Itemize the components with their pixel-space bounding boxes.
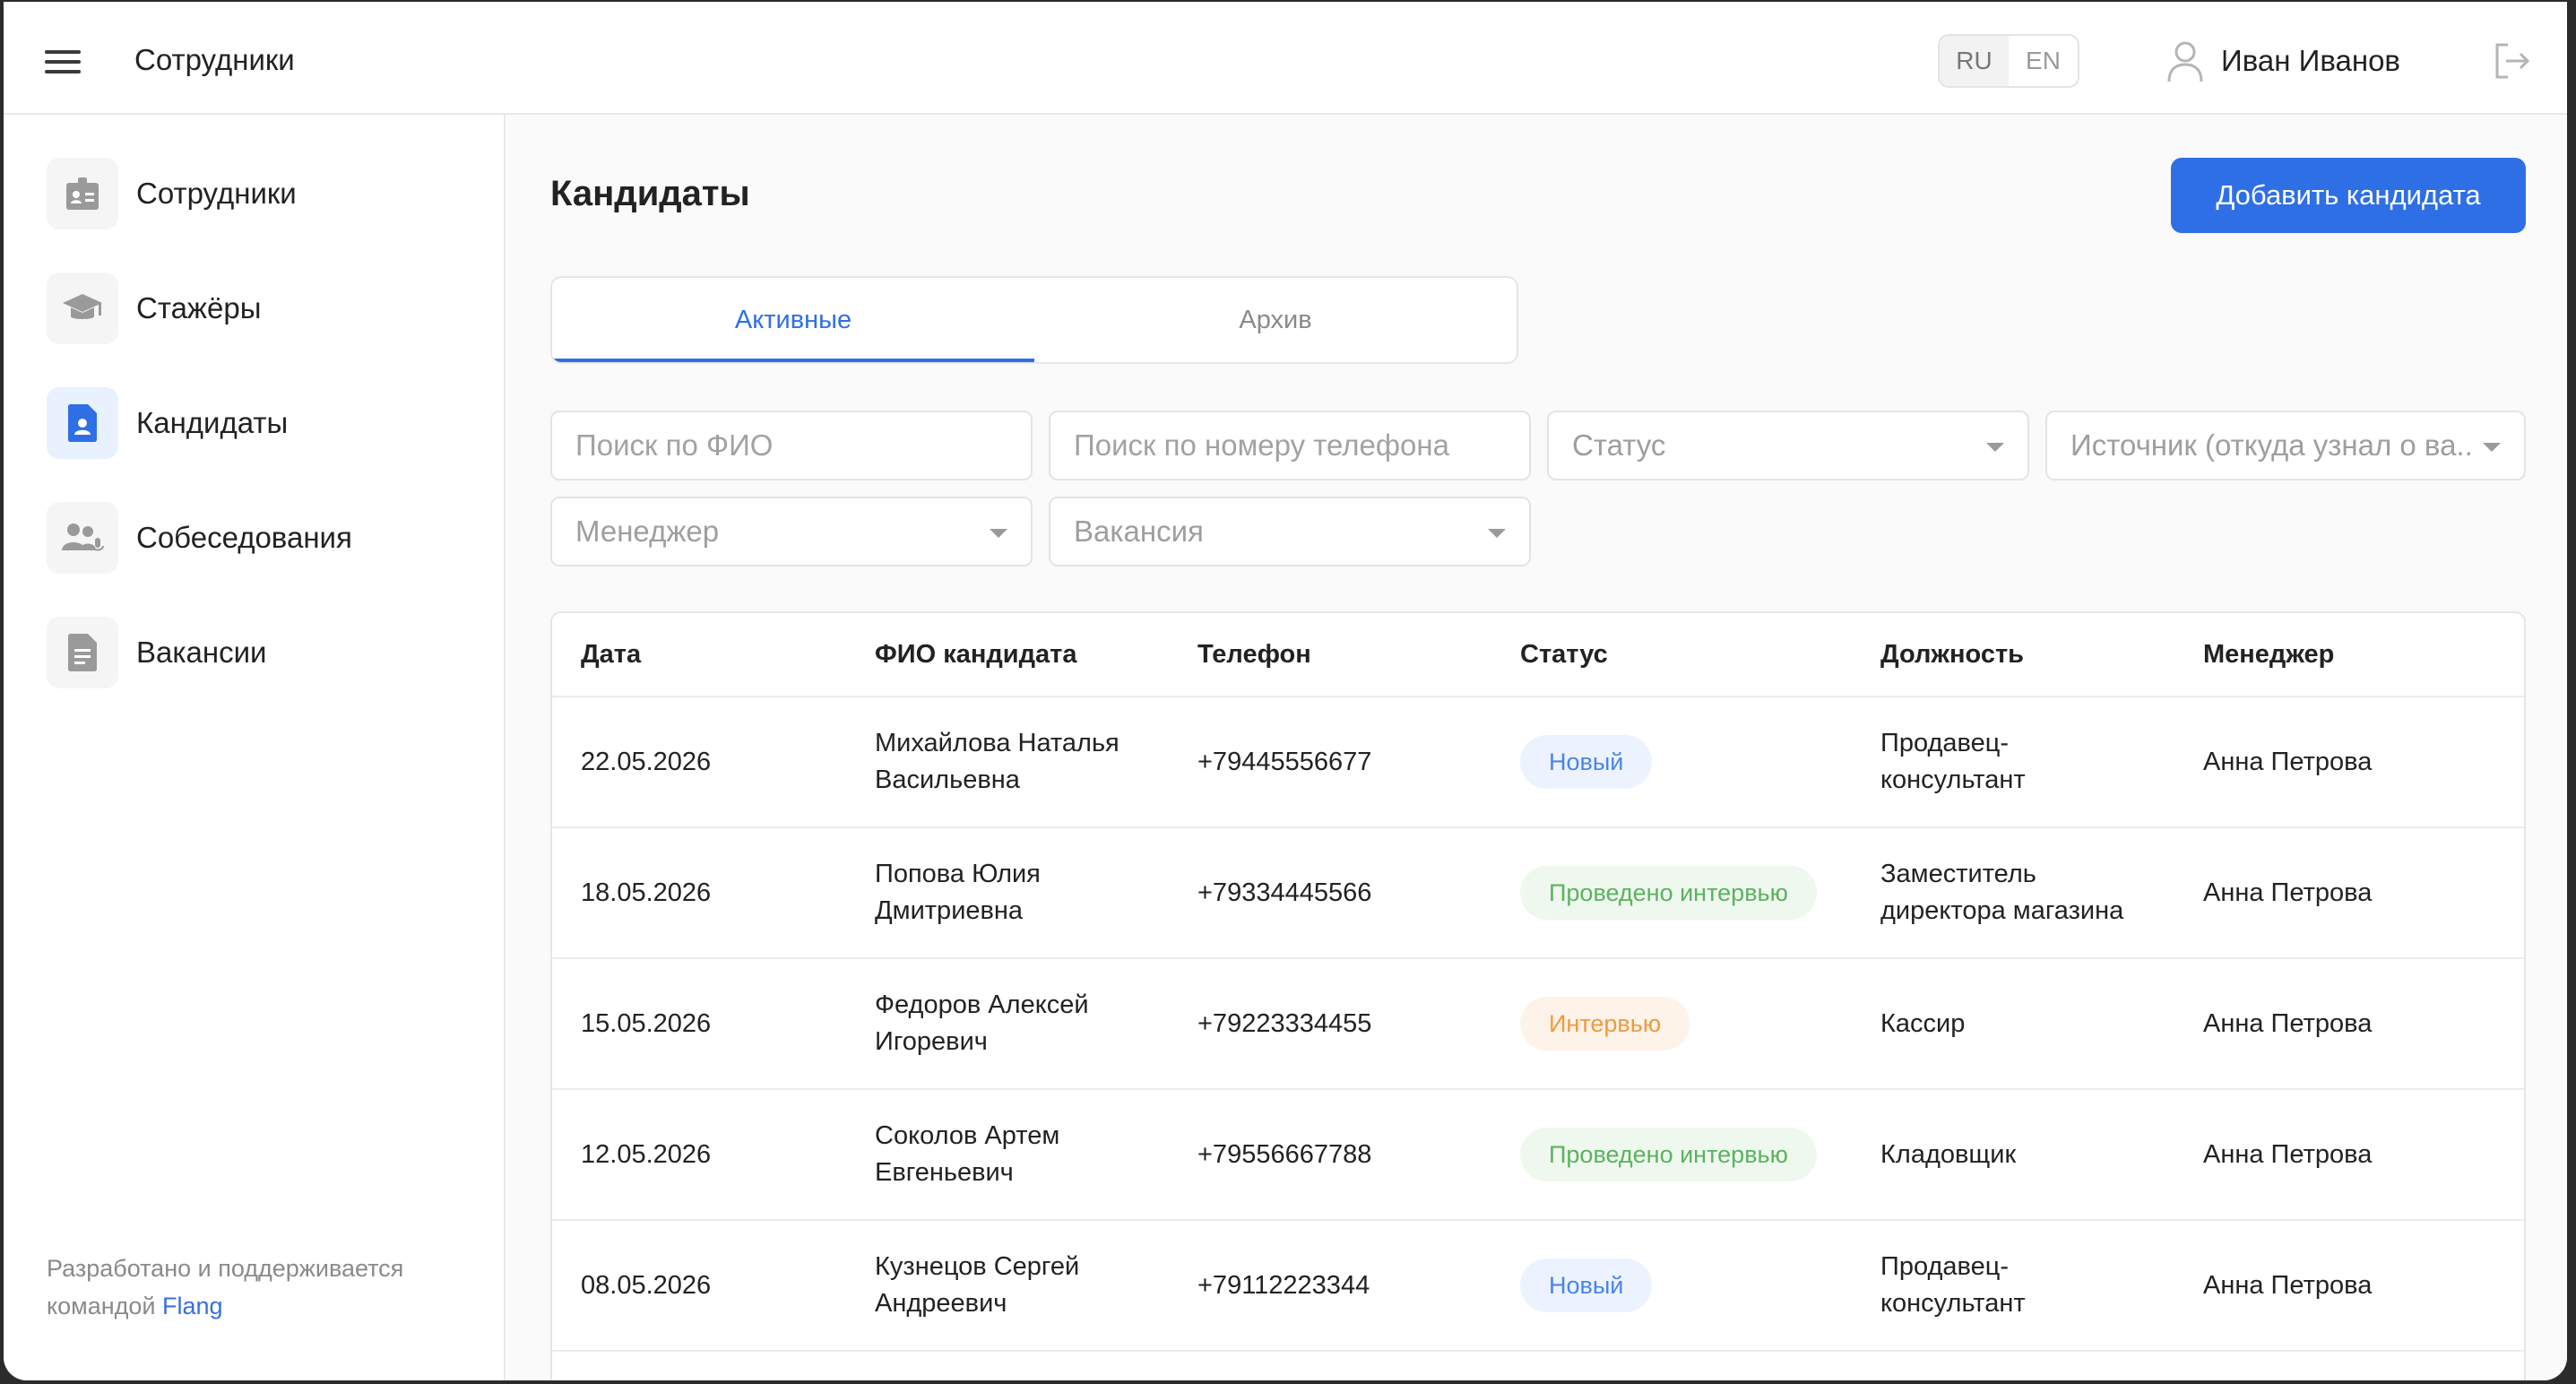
cell-position: Кладовщик: [1880, 1139, 2017, 1169]
column-header-name[interactable]: ФИО кандидата: [875, 640, 1197, 670]
sidebar-item-interns[interactable]: Стажёры: [47, 272, 261, 344]
cell-manager: Анна Петрова: [2203, 1008, 2373, 1038]
app-title: Сотрудники: [134, 43, 295, 76]
column-header-status[interactable]: Статус: [1520, 640, 1880, 670]
cell-date: 18.05.2026: [581, 878, 712, 907]
table-row[interactable]: 18.05.2026 Попова Юлия Дмитриевна +793344…: [552, 828, 2524, 959]
cell-status: Новый: [1520, 735, 1880, 789]
cell-date: 08.05.2026: [581, 1270, 712, 1300]
tab-archive[interactable]: Архив: [1034, 278, 1517, 362]
cell-position: Кассир: [1880, 1008, 1966, 1038]
footer-link[interactable]: Flang: [162, 1293, 223, 1319]
cell-position: Заместитель директора магазина: [1880, 860, 2124, 925]
cell-manager: Анна Петрова: [2203, 878, 2373, 907]
footer-text: Разработано и поддерживается командой: [47, 1255, 404, 1319]
cell-date: 22.05.2026: [581, 747, 712, 776]
sidebar: Сотрудники Стажёры Кандидаты Собеседован…: [4, 115, 506, 1380]
table-row[interactable]: 22.05.2026 Михайлова Наталья Васильевна +…: [552, 697, 2524, 828]
status-badge: Проведено интервью: [1520, 866, 1817, 920]
main-content: Кандидаты Добавить кандидата Активные Ар…: [507, 115, 2567, 1380]
status-badge: Проведено интервью: [1520, 1128, 1817, 1181]
document-user-icon: [47, 387, 118, 459]
column-header-phone[interactable]: Телефон: [1197, 640, 1520, 670]
tab-active[interactable]: Активные: [552, 278, 1034, 362]
table-row[interactable]: 12.05.2026 Соколов Артем Евгеньевич +7955…: [552, 1090, 2524, 1221]
cell-name: Федоров Алексей Игоревич: [875, 990, 1089, 1056]
sidebar-item-label: Вакансии: [136, 636, 267, 669]
cell-manager: Анна Петрова: [2203, 747, 2373, 776]
menu-icon[interactable]: [45, 50, 81, 74]
cell-status: Проведено интервью: [1520, 1128, 1880, 1181]
chevron-down-icon: [1488, 529, 1506, 538]
search-phone-input[interactable]: [1049, 411, 1531, 480]
sidebar-item-label: Кандидаты: [136, 406, 289, 439]
document-icon: [47, 617, 118, 688]
column-header-manager[interactable]: Менеджер: [2203, 640, 2524, 670]
cell-phone: +79556667788: [1197, 1139, 1372, 1169]
graduation-cap-icon: [47, 272, 118, 344]
cell-manager: Анна Петрова: [2203, 1270, 2373, 1300]
candidates-table: Дата ФИО кандидата Телефон Статус Должно…: [550, 611, 2526, 1380]
manager-select[interactable]: Менеджер: [550, 497, 1033, 567]
sidebar-item-candidates[interactable]: Кандидаты: [47, 387, 288, 459]
sidebar-item-label: Собеседования: [136, 521, 352, 554]
status-select-value: Статус: [1572, 428, 1666, 462]
logout-icon[interactable]: [2490, 39, 2533, 82]
cell-phone: +79223334455: [1197, 1008, 1372, 1038]
column-header-position[interactable]: Должность: [1880, 640, 2203, 670]
lang-en-button[interactable]: EN: [2009, 36, 2078, 86]
sidebar-item-label: Стажёры: [136, 291, 262, 324]
user-name: Иван Иванов: [2221, 44, 2400, 77]
cell-name: Попова Юлия Дмитриевна: [875, 860, 1041, 925]
cell-name: Михайлова Наталья Васильевна: [875, 729, 1119, 794]
cell-position: Продавец-консультант: [1880, 729, 2026, 794]
users-interview-icon: [47, 502, 118, 574]
sidebar-item-vacancies[interactable]: Вакансии: [47, 617, 266, 688]
manager-select-value: Менеджер: [575, 515, 720, 548]
sidebar-item-interviews[interactable]: Собеседования: [47, 502, 352, 574]
source-select-value: Источник (откуда узнал о ва...: [2070, 428, 2470, 462]
cell-date: 12.05.2026: [581, 1139, 712, 1169]
id-badge-icon: [47, 158, 118, 229]
language-switcher: RU EN: [1938, 34, 2079, 88]
chevron-down-icon: [1986, 443, 2004, 452]
chevron-down-icon: [990, 529, 1007, 538]
sidebar-item-employees[interactable]: Сотрудники: [47, 158, 297, 229]
cell-phone: +79112223344: [1197, 1270, 1370, 1300]
status-badge: Новый: [1520, 735, 1653, 789]
app-window: Сотрудники RU EN Иван Иванов Сотрудники …: [4, 2, 2567, 1380]
cell-status: Новый: [1520, 1259, 1880, 1312]
status-select[interactable]: Статус: [1547, 411, 2029, 480]
status-badge: Новый: [1520, 1259, 1653, 1312]
lang-ru-button[interactable]: RU: [1940, 36, 2009, 86]
status-badge: Интервью: [1520, 997, 1690, 1051]
user-icon: [2167, 41, 2203, 82]
add-candidate-button[interactable]: Добавить кандидата: [2171, 158, 2526, 233]
cell-phone: +79445556677: [1197, 747, 1372, 776]
cell-phone: +79334445566: [1197, 878, 1372, 907]
table-header: Дата ФИО кандидата Телефон Статус Должно…: [552, 613, 2524, 697]
vacancy-select-value: Вакансия: [1074, 515, 1204, 548]
source-select[interactable]: Источник (откуда узнал о ва...: [2045, 411, 2526, 480]
chevron-down-icon: [2483, 443, 2501, 452]
table-row[interactable]: 08.05.2026 Кузнецов Сергей Андреевич +791…: [552, 1221, 2524, 1352]
table-row[interactable]: 15.05.2026 Федоров Алексей Игоревич +7922…: [552, 959, 2524, 1090]
vacancy-select[interactable]: Вакансия: [1049, 497, 1531, 567]
top-header: Сотрудники RU EN Иван Иванов: [4, 2, 2567, 115]
cell-date: 15.05.2026: [581, 1008, 712, 1038]
cell-status: Проведено интервью: [1520, 866, 1880, 920]
tabs: Активные Архив: [550, 276, 1518, 364]
cell-position: Продавец-консультант: [1880, 1252, 2026, 1318]
cell-status: Интервью: [1520, 997, 1880, 1051]
cell-manager: Анна Петрова: [2203, 1139, 2373, 1169]
user-profile[interactable]: Иван Иванов: [2165, 38, 2400, 84]
sidebar-footer: Разработано и поддерживается командой Fl…: [47, 1250, 477, 1325]
sidebar-item-label: Сотрудники: [136, 177, 297, 210]
cell-name: Кузнецов Сергей Андреевич: [875, 1252, 1080, 1318]
page-title: Кандидаты: [550, 174, 750, 213]
search-name-input[interactable]: [550, 411, 1033, 480]
column-header-date[interactable]: Дата: [552, 640, 875, 670]
cell-name: Соколов Артем Евгеньевич: [875, 1121, 1060, 1187]
